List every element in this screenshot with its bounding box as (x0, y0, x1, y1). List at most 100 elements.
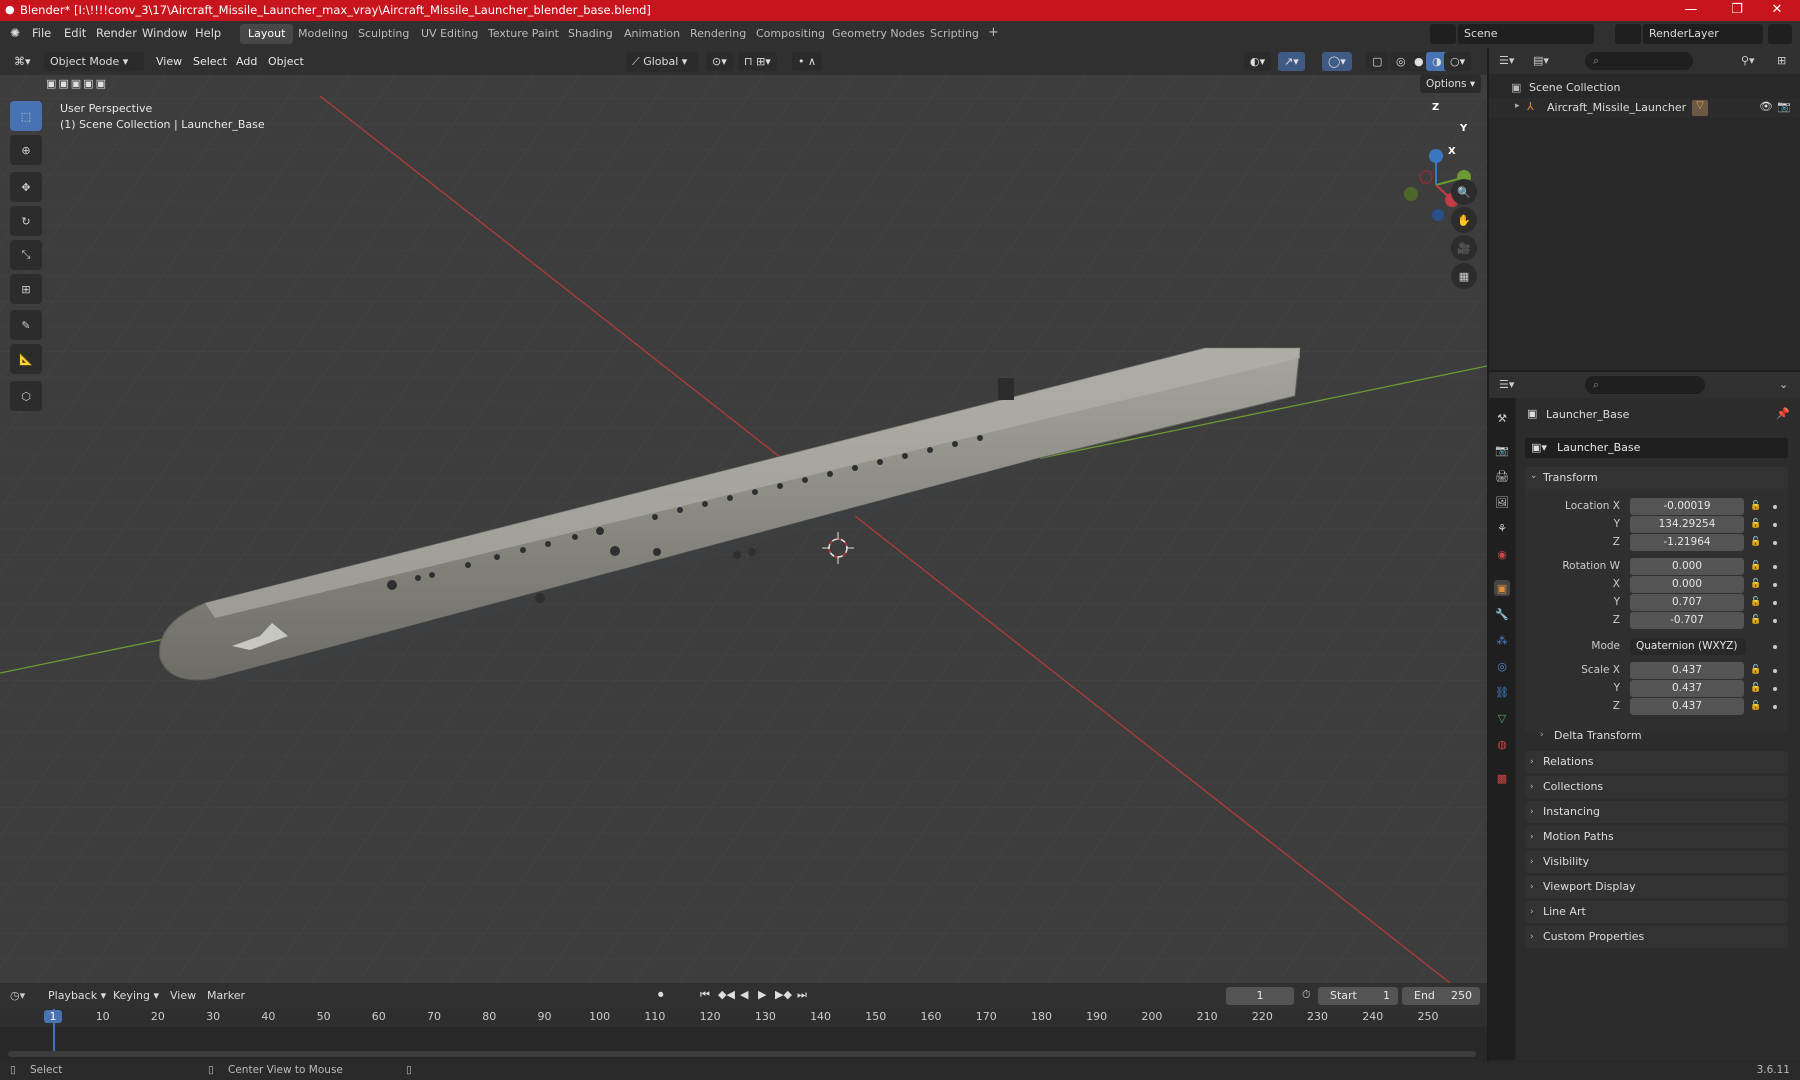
scene-tab-icon[interactable]: ⚘ (1494, 520, 1510, 536)
end-frame-field[interactable]: End 250 (1402, 987, 1480, 1005)
menu-help[interactable]: Help (195, 26, 221, 40)
viewport-menu-select[interactable]: Select (193, 55, 227, 68)
eye-visibility-icon[interactable]: 👁 (1759, 100, 1773, 113)
scene-collection-label[interactable]: Scene Collection (1529, 81, 1620, 94)
outliner-search-input[interactable]: ⌕ (1585, 52, 1693, 70)
view-layer-tab-icon[interactable]: 🖼 (1494, 494, 1510, 510)
texture-tab-icon[interactable]: ▩ (1494, 770, 1510, 786)
constraints-tab-icon[interactable]: ⛓ (1494, 684, 1510, 700)
lock-icon[interactable]: 🔓 (1750, 579, 1761, 589)
keyframe-dot[interactable] (1773, 669, 1777, 673)
outliner-row[interactable]: ▸ ⅄ Aircraft_Missile_Launcher ▽ 👁 📷 (1489, 98, 1800, 118)
render-layer-selector[interactable]: RenderLayer (1643, 24, 1763, 44)
prev-keyframe-icon[interactable]: ◆◀ (718, 988, 735, 1001)
tab-scripting[interactable]: Scripting (922, 24, 987, 44)
viewport-menu-add[interactable]: Add (236, 55, 257, 68)
modifier-tab-icon[interactable]: 🔧 (1494, 606, 1510, 622)
panel-relations[interactable]: › Relations (1525, 751, 1788, 773)
object-tab-icon[interactable]: ▣ (1494, 580, 1510, 596)
keyframe-dot[interactable] (1773, 523, 1777, 527)
pin-icon[interactable]: 📌 (1776, 407, 1790, 420)
menu-edit[interactable]: Edit (64, 26, 86, 40)
object-name-value[interactable]: Launcher_Base (1557, 441, 1640, 454)
display-mode-icon[interactable]: ▤▾ (1533, 54, 1549, 67)
menu-window[interactable]: Window (142, 26, 187, 40)
keyframe-dot[interactable] (1773, 583, 1777, 587)
gizmo-toggle-icon[interactable]: ↗▾ (1278, 52, 1305, 71)
delta-transform-subpanel[interactable]: › Delta Transform (1537, 726, 1777, 746)
location-x-field[interactable]: -0.00019 (1630, 498, 1744, 515)
keyframe-dot[interactable] (1773, 541, 1777, 545)
keyframe-dot[interactable] (1773, 505, 1777, 509)
add-view-layer-button[interactable] (1768, 24, 1792, 44)
panel-line-art[interactable]: › Line Art (1525, 901, 1788, 923)
overlay-toggle-icon[interactable]: ◯▾ (1322, 52, 1352, 71)
timeline-editor-type-icon[interactable]: ◷▾ (10, 989, 25, 1002)
scene-type-icon[interactable] (1430, 24, 1456, 44)
lock-icon[interactable]: 🔓 (1750, 501, 1761, 511)
snap-icon[interactable]: ⊓ ⊞▾ (738, 52, 777, 71)
tab-modeling[interactable]: Modeling (290, 24, 356, 44)
lock-icon[interactable]: 🔓 (1750, 519, 1761, 529)
panel-collections[interactable]: › Collections (1525, 776, 1788, 798)
select-mode-icons[interactable]: ▣▣▣▣▣ (40, 74, 114, 93)
minimize-button[interactable]: — (1668, 0, 1714, 21)
keyframe-dot[interactable] (1773, 645, 1777, 649)
panel-visibility[interactable]: › Visibility (1525, 851, 1788, 873)
viewport-menu-view[interactable]: View (156, 55, 182, 68)
location-y-field[interactable]: 134.29254 (1630, 516, 1744, 533)
rotation-mode-dropdown[interactable]: Quaternion (WXYZ) ⌄ (1630, 638, 1746, 669)
timeline-scrollbar[interactable] (8, 1051, 1476, 1057)
annotate-tool-icon[interactable]: ✎ (10, 310, 42, 340)
properties-options-chevron-icon[interactable]: ⌄ (1779, 378, 1788, 391)
start-frame-field[interactable]: Start 1 (1318, 987, 1398, 1005)
properties-search-input[interactable]: ⌕ (1585, 376, 1705, 394)
viewport-menu-object[interactable]: Object (268, 55, 304, 68)
scale-x-field[interactable]: 0.437 (1630, 662, 1744, 679)
select-box-tool-icon[interactable]: ⬚ (10, 101, 42, 131)
add-workspace-button[interactable]: + (980, 22, 1007, 42)
rotation-z-field[interactable]: -0.707 (1630, 612, 1744, 629)
play-reverse-icon[interactable]: ◀ (740, 988, 748, 1001)
render-layer-icon[interactable] (1615, 24, 1641, 44)
object-name-field[interactable]: ▣▾ Launcher_Base (1525, 438, 1788, 458)
timeline-menu-marker[interactable]: Marker (207, 989, 245, 1002)
material-tab-icon[interactable]: ◍ (1494, 736, 1510, 752)
blender-menu-icon[interactable]: ✺ (10, 26, 20, 40)
perspective-toggle-icon[interactable]: ▦ (1451, 263, 1477, 289)
tab-compositing[interactable]: Compositing (748, 24, 833, 44)
panel-motion-paths[interactable]: › Motion Paths (1525, 826, 1788, 848)
rotation-y-field[interactable]: 0.707 (1630, 594, 1744, 611)
properties-editor-type-icon[interactable]: ☰▾ (1499, 378, 1514, 391)
expand-chevron-icon[interactable]: ▸ (1515, 101, 1520, 111)
lock-icon[interactable]: 🔓 (1750, 683, 1761, 693)
tool-tab-icon[interactable]: ⚒ (1494, 410, 1510, 426)
tab-uv-editing[interactable]: UV Editing (413, 24, 486, 44)
timeline-menu-playback[interactable]: Playback ▾ (48, 989, 106, 1002)
xray-icon[interactable]: ▢ (1366, 52, 1389, 71)
lock-icon[interactable]: 🔓 (1750, 665, 1761, 675)
record-keyframe-icon[interactable]: ⏺ (658, 988, 664, 1002)
new-collection-icon[interactable]: ⊞ (1777, 54, 1786, 67)
rotate-tool-icon[interactable]: ↻ (10, 206, 42, 236)
scene-selector[interactable]: Scene (1458, 24, 1594, 44)
zoom-icon[interactable]: 🔍 (1451, 179, 1477, 205)
scale-tool-icon[interactable]: ⤡ (10, 240, 42, 270)
stopwatch-icon[interactable]: ⏱ (1302, 988, 1311, 1002)
pan-hand-icon[interactable]: ✋ (1451, 207, 1477, 233)
panel-custom-properties[interactable]: › Custom Properties (1525, 926, 1788, 948)
object-mode-selector[interactable]: Object Mode ▾ (44, 52, 144, 71)
jump-end-icon[interactable]: ⏭ (797, 988, 807, 1002)
physics-tab-icon[interactable]: ◎ (1494, 658, 1510, 674)
timeline-menu-view[interactable]: View (170, 989, 196, 1002)
lock-icon[interactable]: 🔓 (1750, 537, 1761, 547)
pivot-point-icon[interactable]: ⊙▾ (706, 52, 733, 71)
world-tab-icon[interactable]: ◉ (1494, 546, 1510, 562)
transform-orientation-selector[interactable]: ⟋ Global ▾ (626, 52, 698, 72)
lock-icon[interactable]: 🔓 (1750, 615, 1761, 625)
outliner-editor-type-icon[interactable]: ☰▾ (1499, 54, 1514, 67)
keyframe-dot[interactable] (1773, 687, 1777, 691)
data-tab-icon[interactable]: ▽ (1494, 710, 1510, 726)
timeline-menu-keying[interactable]: Keying ▾ (113, 989, 159, 1002)
scale-y-field[interactable]: 0.437 (1630, 680, 1744, 697)
